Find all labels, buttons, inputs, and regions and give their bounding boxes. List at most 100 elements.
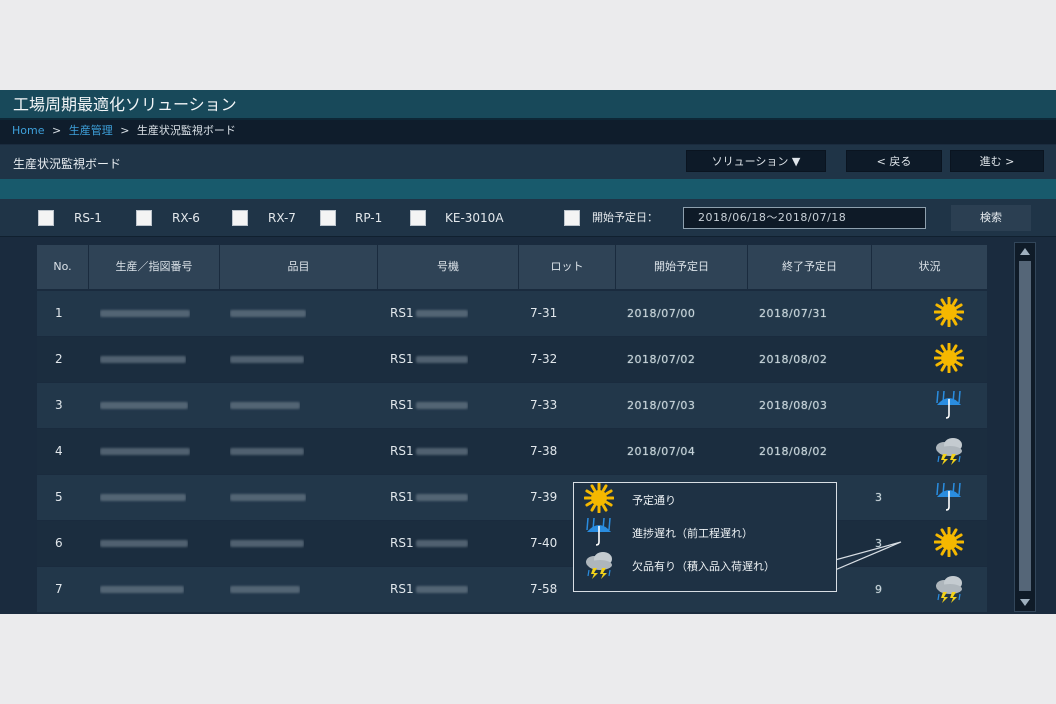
cell-machine-text: RS1	[390, 398, 414, 412]
breadcrumb: Home > 生産管理 > 生産状況監視ボード	[0, 120, 1056, 144]
cell-order-number-redacted	[100, 567, 184, 612]
cell-order-number-redacted	[100, 383, 188, 428]
cell-no: 1	[55, 306, 63, 320]
cell-machine-text: RS1	[390, 536, 414, 550]
table-row[interactable]: 2 RS1 7-32 2018/07/02 2018/08/02	[37, 337, 987, 382]
scroll-thumb[interactable]	[1019, 261, 1031, 591]
column-header-end-date: 終了予定日	[748, 245, 872, 289]
column-header-item: 品目	[220, 245, 378, 289]
cell-status	[910, 521, 987, 566]
sunny-icon	[583, 482, 615, 517]
table-row[interactable]: 1 RS1 7-31 2018/07/00 2018/07/31	[37, 291, 987, 336]
breadcrumb-separator: >	[51, 124, 62, 137]
checkbox-rp-1[interactable]	[320, 210, 336, 226]
cell-start-date: 2018/07/00	[627, 307, 696, 320]
checkbox-rx-6[interactable]	[136, 210, 152, 226]
app-title: 工場周期最適化ソリューション	[13, 95, 237, 114]
column-header-lot: ロット	[519, 245, 616, 289]
cell-lot: 7-40	[530, 536, 558, 550]
storm-icon	[934, 435, 964, 469]
column-header-order-number: 生産／指図番号	[89, 245, 220, 289]
checkbox-label-rp-1: RP-1	[355, 211, 383, 225]
solution-dropdown-button[interactable]: ソリューション ▼	[686, 150, 826, 172]
cell-machine-text: RS1	[390, 582, 414, 596]
cell-machine: RS1	[390, 429, 468, 474]
cell-end-date: 2018/08/03	[759, 399, 828, 412]
column-header-status: 状況	[918, 260, 941, 273]
cell-machine-text: RS1	[390, 490, 414, 504]
checkbox-ke-3010a[interactable]	[410, 210, 426, 226]
legend-item-shortage: 欠品有り（積入品入荷遅れ）	[584, 552, 775, 580]
rain-icon	[934, 389, 964, 423]
column-header-start-date: 開始予定日	[616, 245, 748, 289]
next-button[interactable]: 進む >	[950, 150, 1044, 172]
legend-callout-pointer	[835, 541, 902, 570]
cell-status	[910, 567, 987, 612]
cell-item-redacted	[230, 475, 306, 520]
cell-order-number-redacted	[100, 291, 190, 336]
cell-end-date: 2018/08/02	[759, 353, 828, 366]
checkbox-label-rx-7: RX-7	[268, 211, 296, 225]
breadcrumb-home[interactable]: Home	[12, 124, 44, 137]
status-legend-popup: 予定通り 進捗遅れ（前工程遅れ） 欠品有り（積入品入荷遅れ）	[573, 482, 837, 592]
cell-order-number-redacted	[100, 429, 190, 474]
filter-bar: RS-1 RX-6 RX-7 RP-1 KE-3010A 開始予定日： 2018…	[0, 199, 1056, 237]
checkbox-rx-7[interactable]	[232, 210, 248, 226]
cell-machine: RS1	[390, 383, 468, 428]
cell-order-number-redacted	[100, 475, 186, 520]
cell-no: 6	[55, 536, 63, 550]
cell-lot: 7-32	[530, 352, 558, 366]
cell-no: 7	[55, 582, 63, 596]
app-window: 工場周期最適化ソリューション Home > 生産管理 > 生産状況監視ボード 生…	[0, 90, 1056, 614]
cell-item-redacted	[230, 291, 306, 336]
cell-machine: RS1	[390, 521, 468, 566]
cell-machine-text: RS1	[390, 352, 414, 366]
date-range-input[interactable]: 2018/06/18～2018/07/18	[683, 207, 926, 229]
cell-start-date: 2018/07/04	[627, 445, 696, 458]
cell-status	[910, 291, 987, 336]
page-title: 生産状況監視ボード	[13, 157, 122, 171]
legend-label: 欠品有り（積入品入荷遅れ）	[632, 560, 775, 573]
storm-icon	[584, 549, 614, 583]
checkbox-start-date[interactable]	[564, 210, 580, 226]
legend-label: 進捗遅れ（前工程遅れ）	[632, 527, 753, 540]
cell-lot: 7-39	[530, 490, 558, 504]
back-button[interactable]: < 戻る	[846, 150, 942, 172]
checkbox-label-rs-1: RS-1	[74, 211, 102, 225]
legend-item-delayed: 進捗遅れ（前工程遅れ）	[584, 516, 753, 550]
cell-item-redacted	[230, 383, 300, 428]
cell-machine: RS1	[390, 475, 468, 520]
rain-icon	[584, 516, 614, 550]
checkbox-rs-1[interactable]	[38, 210, 54, 226]
table-row[interactable]: 7 RS1 7-58 9	[37, 567, 987, 612]
cell-item-redacted	[230, 337, 304, 382]
scroll-down-arrow-icon[interactable]	[1020, 599, 1030, 606]
cell-machine: RS1	[390, 567, 468, 612]
cell-item-redacted	[230, 429, 304, 474]
cell-no: 2	[55, 352, 63, 366]
cell-lot: 7-58	[530, 582, 558, 596]
column-header-no: No.	[37, 245, 89, 289]
cell-status	[910, 383, 987, 428]
app-title-bar: 工場周期最適化ソリューション	[0, 90, 1056, 120]
table-row[interactable]: 4 RS1 7-38 2018/07/04 2018/08/02	[37, 429, 987, 474]
vertical-scrollbar[interactable]	[1014, 242, 1036, 612]
cell-start-date: 2018/07/02	[627, 353, 696, 366]
cell-order-number-redacted	[100, 337, 186, 382]
table-row[interactable]: 3 RS1 7-33 2018/07/03 2018/08/03	[37, 383, 987, 428]
cell-no: 3	[55, 398, 63, 412]
sunny-icon	[933, 526, 964, 561]
cell-end-date: 2018/07/31	[759, 307, 828, 320]
page-header: 生産状況監視ボード ソリューション ▼ < 戻る 進む >	[0, 145, 1056, 179]
accent-strip	[0, 179, 1056, 199]
cell-no: 4	[55, 444, 63, 458]
cell-machine: RS1	[390, 291, 468, 336]
table-row[interactable]: 5 RS1 7-39 3	[37, 475, 987, 520]
cell-start-date: 2018/07/03	[627, 399, 696, 412]
search-button[interactable]: 検索	[951, 205, 1031, 231]
scroll-up-arrow-icon[interactable]	[1020, 248, 1030, 255]
checkbox-label-ke-3010a: KE-3010A	[445, 211, 504, 225]
cell-item-redacted	[230, 567, 300, 612]
cell-status	[910, 337, 987, 382]
breadcrumb-parent[interactable]: 生産管理	[69, 124, 113, 137]
